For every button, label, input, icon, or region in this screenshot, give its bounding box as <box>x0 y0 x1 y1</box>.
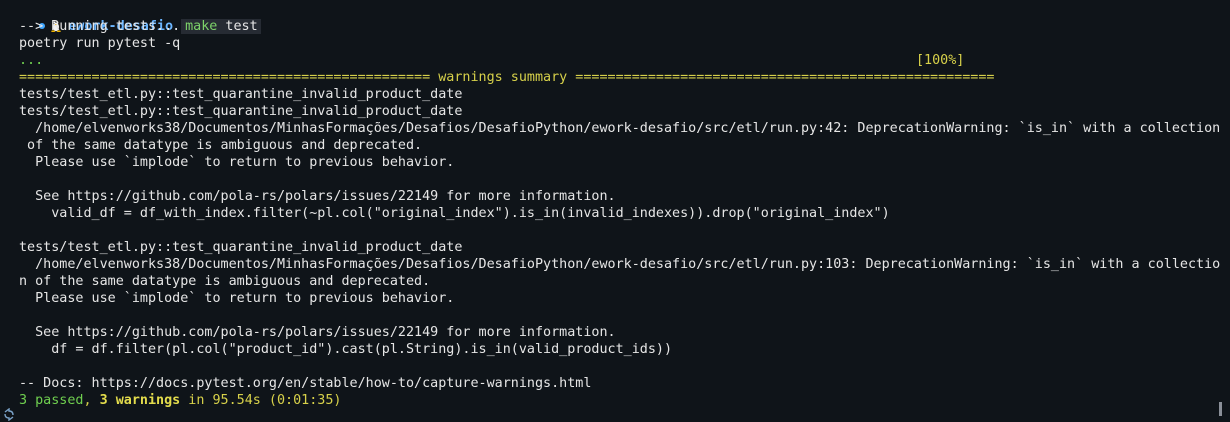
warnings-summary-title: warnings summary <box>438 70 568 85</box>
warning-code-line: valid_df = df_with_index.filter(~pl.col(… <box>19 206 890 221</box>
warning-path-line: /home/elvenworks38/Documentos/MinhasForm… <box>19 257 1221 272</box>
summary-duration: in 95.54s (0:01:35) <box>180 393 342 408</box>
warning-see-line: See https://github.com/pola-rs/polars/is… <box>19 189 616 204</box>
test-id-line: tests/test_etl.py::test_quarantine_inval… <box>19 240 463 255</box>
separator-right: ========================================… <box>567 70 995 85</box>
terminal-window[interactable]: ework-desafio make test --> Running test… <box>0 0 1221 422</box>
warnings-summary-header: ========================================… <box>19 69 995 86</box>
test-id-line: tests/test_etl.py::test_quarantine_inval… <box>19 87 463 102</box>
passed-count: 3 passed <box>19 393 84 408</box>
command-name: make <box>185 19 218 34</box>
command-input[interactable]: make test <box>181 19 261 34</box>
progress-percent: [100%] <box>916 53 965 68</box>
test-id-line: tests/test_etl.py::test_quarantine_inval… <box>19 104 463 119</box>
separator-left: ========================================… <box>19 70 439 85</box>
output-poetry-command: poetry run pytest -q <box>19 36 181 51</box>
warning-continuation-line: of the same datatype is ambiguous and de… <box>19 138 423 153</box>
test-summary-line: 3 passed, 3 warnings in 95.54s (0:01:35) <box>19 392 342 409</box>
warnings-count: 3 warnings <box>99 393 181 408</box>
warning-see-line: See https://github.com/pola-rs/polars/is… <box>19 325 616 340</box>
progress-dots: ... <box>19 53 44 68</box>
summary-comma: , <box>83 393 100 408</box>
prompt-line: ework-desafio make test <box>0 1 261 34</box>
command-args: test <box>217 19 258 34</box>
warning-hint-line: Please use `implode` to return to previo… <box>19 155 455 170</box>
prompt-line: ework-desafio <box>0 408 188 422</box>
warning-code-line: df = df.filter(pl.col("product_id").cast… <box>19 342 673 357</box>
output-running-tests: --> Running tests... <box>19 19 181 34</box>
warning-hint-line: Please use `implode` to return to previo… <box>19 291 455 306</box>
warning-continuation-line: n of the same datatype is ambiguous and … <box>19 274 431 289</box>
warning-path-line: /home/elvenworks38/Documentos/MinhasForm… <box>19 121 1221 136</box>
scrollbar-thumb[interactable] <box>1219 402 1222 416</box>
docs-link-line: -- Docs: https://docs.pytest.org/en/stab… <box>19 376 592 391</box>
